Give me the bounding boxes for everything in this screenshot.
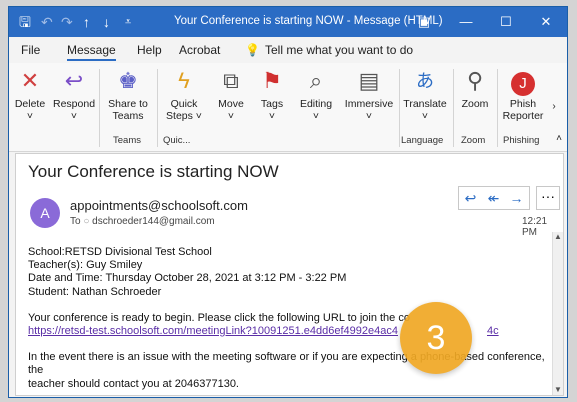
recipient-address[interactable]: dschroeder144@gmail.com: [92, 216, 214, 227]
move-button[interactable]: ⧉ Move ˅: [213, 67, 249, 122]
maximize-button[interactable]: ☐: [489, 11, 523, 33]
outlook-message-window: 🖫 ↶ ↷ ↑ ↓ ⩡ Your Conference is starting …: [8, 6, 568, 398]
scroll-down-icon[interactable]: ▼: [553, 385, 563, 395]
search-icon: ⌕: [309, 68, 323, 93]
ribbon-divider: [399, 69, 400, 147]
group-label-teams: Teams: [113, 135, 141, 146]
sender-address[interactable]: appointments@schoolsoft.com: [70, 198, 248, 213]
group-label-language: Language: [401, 135, 444, 146]
reply-icon[interactable]: ↩: [459, 188, 482, 208]
body-school: School:RETSD Divisional Test School: [28, 246, 212, 258]
body-datetime: Date and Time: Thursday October 28, 2021…: [28, 272, 347, 285]
recipient-line: To ○ dschroeder144@gmail.com: [70, 216, 215, 227]
share-to-teams-button[interactable]: ♚ Share to Teams: [103, 67, 153, 122]
message-body: School:RETSD Divisional Test School Teac…: [28, 246, 548, 391]
ribbon-display-icon[interactable]: ▣: [407, 11, 441, 33]
delete-button[interactable]: ✕ Delete ˅: [13, 67, 47, 122]
translate-button[interactable]: あ Translate ˅: [401, 67, 449, 122]
group-label-phishing: Phishing: [503, 135, 540, 146]
presence-icon: ○: [83, 216, 90, 227]
redo-icon[interactable]: ↷: [61, 13, 73, 31]
close-button[interactable]: ✕: [529, 11, 563, 33]
window-title: Your Conference is starting NOW - Messag…: [174, 15, 443, 27]
body-issue-contact: teacher should contact you at 2046377130…: [28, 377, 239, 390]
tags-button[interactable]: ⚑ Tags ˅: [255, 67, 289, 122]
reply-all-icon[interactable]: ↞: [482, 188, 505, 208]
ribbon-divider: [497, 69, 498, 147]
lightbulb-icon: 💡: [245, 43, 260, 57]
undo-icon[interactable]: ↶: [41, 13, 53, 31]
more-actions-icon[interactable]: ···: [536, 186, 560, 210]
minimize-button[interactable]: —: [449, 11, 483, 33]
ribbon-divider: [99, 69, 100, 147]
group-label-zoom: Zoom: [461, 135, 486, 146]
menu-message[interactable]: Message: [67, 43, 116, 61]
group-label-quick-steps: Quic...: [163, 135, 191, 146]
reading-pane: Your Conference is starting NOW A appoin…: [15, 153, 564, 396]
teams-icon: ♚: [118, 68, 138, 93]
flag-icon: ⚑: [262, 68, 282, 93]
ribbon-scroll-right-icon[interactable]: ›: [549, 101, 559, 113]
body-ready: Your conference is ready to begin. Pleas…: [28, 311, 410, 324]
menu-bar: File Message Help Acrobat 💡 Tell me what…: [9, 37, 567, 63]
to-label: To: [70, 216, 81, 227]
menu-file[interactable]: File: [21, 43, 40, 57]
ribbon-divider: [453, 69, 454, 147]
message-subject: Your Conference is starting NOW: [28, 162, 279, 181]
magnifier-icon: ⚲: [466, 68, 484, 93]
ribbon: ✕ Delete ˅ ↩ Respond ˅ ♚ Share to Teams Te…: [9, 63, 567, 152]
reply-icon: ↩: [64, 68, 84, 93]
zoom-button[interactable]: ⚲ Zoom: [455, 67, 495, 110]
menu-help[interactable]: Help: [137, 43, 162, 57]
phish-reporter-button[interactable]: J Phish Reporter: [499, 67, 547, 122]
meeting-link-tail[interactable]: 4c: [487, 325, 499, 338]
body-teachers: Teacher(s): Guy Smiley: [28, 259, 143, 272]
quick-steps-button[interactable]: ϟ Quick Steps ˅: [159, 67, 209, 122]
meeting-link[interactable]: https://retsd-test.schoolsoft.com/meetin…: [28, 325, 398, 337]
customize-toolbar-icon[interactable]: ⩡: [125, 13, 131, 31]
avatar[interactable]: A: [30, 198, 60, 228]
move-folder-icon: ⧉: [223, 68, 239, 93]
reply-actions: ↩ ↞ →: [458, 186, 530, 210]
ribbon-divider: [157, 69, 158, 147]
immersive-button[interactable]: ▤ Immersive ˅: [343, 67, 395, 122]
phish-hook-icon: J: [499, 67, 547, 96]
step-number-badge: 3: [400, 302, 472, 374]
body-student: Student: Nathan Schroeder: [28, 285, 162, 298]
up-arrow-icon[interactable]: ↑: [83, 13, 90, 31]
tell-me-search[interactable]: Tell me what you want to do: [265, 43, 413, 57]
save-icon[interactable]: 🖫: [19, 13, 31, 31]
collapse-ribbon-icon[interactable]: ˄: [553, 133, 565, 145]
scroll-up-icon[interactable]: ▲: [553, 232, 563, 242]
title-bar: 🖫 ↶ ↷ ↑ ↓ ⩡ Your Conference is starting …: [9, 7, 567, 37]
translate-icon: あ: [416, 71, 434, 91]
menu-acrobat[interactable]: Acrobat: [179, 43, 220, 57]
down-arrow-icon[interactable]: ↓: [103, 13, 110, 31]
body-issue: In the event there is an issue with the …: [28, 351, 545, 377]
forward-icon[interactable]: →: [505, 188, 528, 208]
immersive-reader-icon: ▤: [358, 68, 380, 93]
respond-button[interactable]: ↩ Respond ˅: [53, 67, 95, 122]
editing-button[interactable]: ⌕ Editing ˅: [295, 67, 337, 122]
delete-icon: ✕: [20, 68, 40, 93]
vertical-scrollbar[interactable]: ▲ ▼: [552, 232, 563, 395]
lightning-icon: ϟ: [178, 68, 190, 93]
